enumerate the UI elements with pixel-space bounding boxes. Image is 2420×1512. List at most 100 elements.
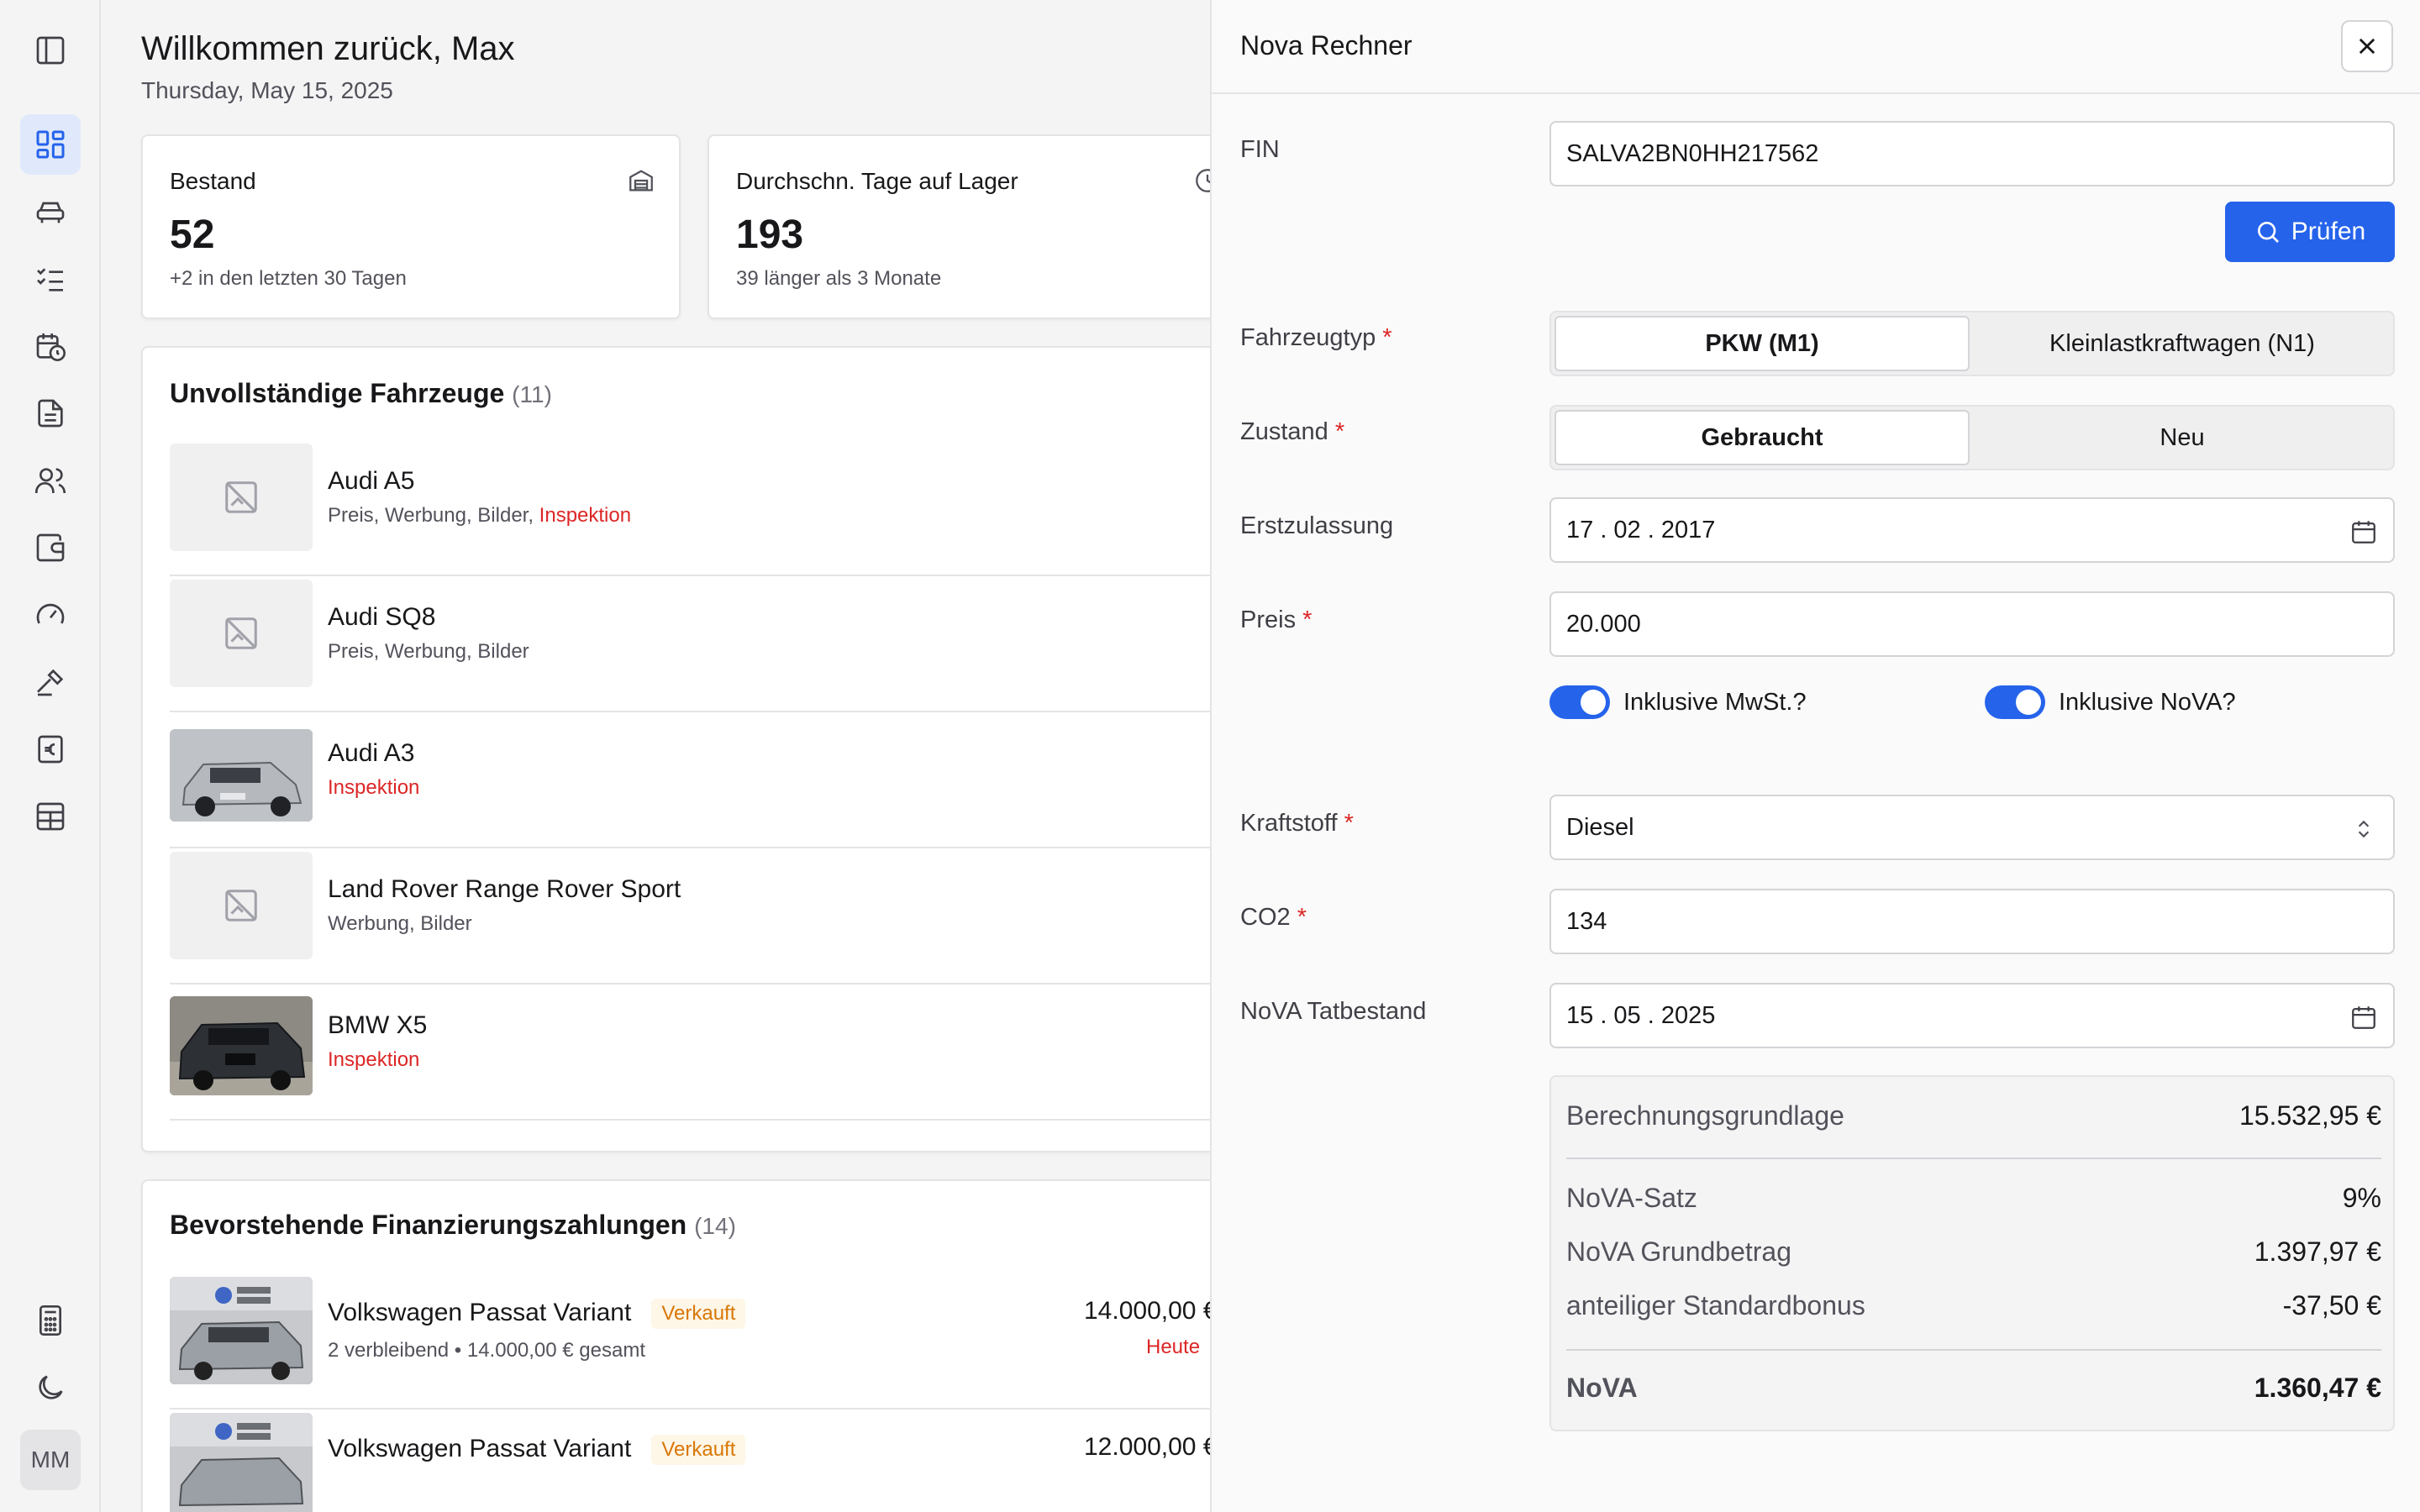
sidebar-item-wallet[interactable] bbox=[20, 517, 81, 578]
fin-label: FIN bbox=[1240, 136, 1280, 163]
fuel-label-text: Kraftstoff bbox=[1240, 810, 1338, 837]
document-icon bbox=[38, 399, 63, 428]
sidebar-item-tables[interactable] bbox=[20, 786, 81, 847]
price-label: Preis * bbox=[1240, 606, 1312, 634]
vehicle-type-label: Fahrzeugtyp * bbox=[1240, 324, 1392, 352]
table-row[interactable]: Volkswagen Passat Variant Verkauft 2 verb… bbox=[170, 1273, 1210, 1410]
close-button[interactable] bbox=[2341, 20, 2393, 72]
sidebar-item-vehicles[interactable] bbox=[20, 181, 81, 242]
car-photo-icon bbox=[170, 1413, 313, 1512]
registration-date-input[interactable]: 17 . 02 . 2017 bbox=[1549, 497, 2395, 563]
calendar-icon[interactable] bbox=[2349, 1003, 2378, 1032]
vehicle-name: Audi A5 bbox=[328, 467, 415, 495]
panel-header: Nova Rechner bbox=[1212, 0, 2420, 94]
price-input[interactable]: 20.000 bbox=[1549, 591, 2395, 657]
condition-option-used[interactable]: Gebraucht bbox=[1555, 410, 1970, 465]
sidebar-toggle-button[interactable] bbox=[20, 20, 81, 81]
check-button-label: Prüfen bbox=[2291, 218, 2366, 245]
vehicle-type-option-pkw[interactable]: PKW (M1) bbox=[1555, 316, 1970, 371]
list-item[interactable]: Land Rover Range Rover Sport Werbung, Bi… bbox=[170, 848, 1210, 984]
sidebar-item-invoices[interactable] bbox=[20, 719, 81, 780]
vehicle-type-segmented: PKW (M1) Kleinlastkraftwagen (N1) bbox=[1549, 311, 2395, 376]
section-title: Unvollständige Fahrzeuge (11) bbox=[170, 378, 552, 409]
vehicle-photo bbox=[170, 1413, 313, 1512]
section-title-text: Bevorstehende Finanzierungszahlungen bbox=[170, 1210, 687, 1240]
section-title-text: Unvollständige Fahrzeuge bbox=[170, 378, 505, 408]
include-nova-toggle[interactable] bbox=[1985, 685, 2045, 719]
registration-label: Erstzulassung bbox=[1240, 512, 1394, 539]
sidebar-item-calculator[interactable] bbox=[20, 1290, 81, 1351]
warehouse-icon bbox=[629, 170, 653, 192]
payment-due: Heute bbox=[1146, 1336, 1201, 1358]
condition-label: Zustand * bbox=[1240, 418, 1344, 446]
sidebar: MM bbox=[0, 0, 101, 1512]
nova-calculator-panel: Nova Rechner FIN SALVA2BN0HH217562 Prüfe… bbox=[1210, 0, 2420, 1512]
car-photo-icon bbox=[170, 729, 313, 822]
image-off-icon bbox=[225, 481, 257, 513]
vehicle-photo bbox=[170, 996, 313, 1095]
co2-value: 134 bbox=[1566, 907, 1607, 935]
dashboard-main: Willkommen zurück, Max Thursday, May 15,… bbox=[101, 0, 1210, 1512]
result-value: 9% bbox=[2342, 1183, 2381, 1213]
page-title: Willkommen zurück, Max bbox=[141, 30, 515, 67]
stat-card-inventory[interactable]: Bestand 52 +2 in den letzten 30 Tagen bbox=[141, 134, 681, 319]
list-item[interactable]: BMW X5 Inspektion bbox=[170, 984, 1210, 1121]
vehicle-name: Audi SQ8 bbox=[328, 603, 436, 631]
result-label: NoVA bbox=[1566, 1373, 1638, 1403]
vehicle-type-option-n1[interactable]: Kleinlastkraftwagen (N1) bbox=[1975, 316, 2390, 371]
section-title: Bevorstehende Finanzierungszahlungen (14… bbox=[170, 1210, 736, 1241]
required-marker: * bbox=[1382, 324, 1392, 351]
sidebar-item-calendar[interactable] bbox=[20, 316, 81, 376]
missing-tags: Preis, Werbung, Bilder, bbox=[328, 504, 539, 527]
calendar-icon[interactable] bbox=[2349, 517, 2378, 546]
vehicle-photo bbox=[170, 729, 313, 822]
sidebar-item-tasks[interactable] bbox=[20, 249, 81, 309]
panel-title: Nova Rechner bbox=[1240, 30, 1413, 60]
payment-detail: 2 verbleibend • 14.000,00 € gesamt bbox=[328, 1339, 645, 1362]
theme-toggle-button[interactable] bbox=[20, 1357, 81, 1418]
result-label: anteiliger Standardbonus bbox=[1566, 1290, 1865, 1320]
sidebar-item-auctions[interactable] bbox=[20, 652, 81, 712]
list-item[interactable]: Audi A3 Inspektion bbox=[170, 712, 1210, 848]
sidebar-item-performance[interactable] bbox=[20, 585, 81, 645]
vehicle-name: BMW X5 bbox=[328, 1011, 428, 1039]
sidebar-item-customers[interactable] bbox=[20, 450, 81, 511]
vehicle-missing-fields: Preis, Werbung, Bilder bbox=[328, 640, 529, 663]
fin-input[interactable]: SALVA2BN0HH217562 bbox=[1549, 121, 2395, 186]
no-image-placeholder bbox=[170, 580, 313, 687]
result-value: 1.360,47 € bbox=[2254, 1373, 2381, 1403]
status-badge: Verkauft bbox=[651, 1299, 746, 1330]
include-vat-label: Inklusive MwSt.? bbox=[1623, 689, 1807, 716]
chevron-up-down-icon bbox=[2358, 820, 2370, 838]
required-marker: * bbox=[1297, 904, 1307, 931]
registration-date-value: 17 . 02 . 2017 bbox=[1566, 516, 1716, 543]
list-item[interactable]: Audi A5 Preis, Werbung, Bilder, Inspekti… bbox=[170, 440, 1210, 576]
list-item[interactable]: Audi SQ8 Preis, Werbung, Bilder bbox=[170, 576, 1210, 712]
image-off-icon bbox=[225, 617, 257, 649]
condition-label-text: Zustand bbox=[1240, 418, 1328, 445]
nova-date-input[interactable]: 15 . 05 . 2025 bbox=[1549, 983, 2395, 1048]
sidebar-item-dashboard[interactable] bbox=[20, 114, 81, 175]
sidebar-item-documents[interactable] bbox=[20, 383, 81, 444]
required-marker: * bbox=[1302, 606, 1313, 633]
co2-input[interactable]: 134 bbox=[1549, 889, 2395, 954]
fuel-label: Kraftstoff * bbox=[1240, 810, 1354, 837]
payment-amount: 12.000,00 € bbox=[1084, 1433, 1210, 1461]
condition-option-new[interactable]: Neu bbox=[1975, 410, 2390, 465]
check-button[interactable]: Prüfen bbox=[2225, 202, 2395, 262]
condition-segmented: Gebraucht Neu bbox=[1549, 405, 2395, 470]
table-row[interactable]: Volkswagen Passat Variant Verkauft 12.000… bbox=[170, 1410, 1210, 1512]
calculator-icon bbox=[39, 1305, 61, 1336]
financing-payments-card: Bevorstehende Finanzierungszahlungen (14… bbox=[141, 1179, 1210, 1512]
avatar[interactable]: MM bbox=[20, 1430, 81, 1490]
stat-card-days-in-stock[interactable]: Durchschn. Tage auf Lager 193 39 länger … bbox=[708, 134, 1210, 319]
inspection-alert: Inspektion bbox=[539, 504, 632, 527]
include-nova-label: Inklusive NoVA? bbox=[2059, 689, 2236, 716]
stat-subtext: +2 in den letzten 30 Tagen bbox=[170, 267, 407, 290]
panel-toggle-icon bbox=[36, 36, 65, 65]
vehicle-name: Audi A3 bbox=[328, 739, 415, 767]
vehicle-type-label-text: Fahrzeugtyp bbox=[1240, 324, 1376, 351]
include-vat-toggle[interactable] bbox=[1549, 685, 1610, 719]
fuel-select[interactable]: Diesel bbox=[1549, 795, 2395, 860]
nova-result-box: Berechnungsgrundlage 15.532,95 € NoVA-Sa… bbox=[1549, 1075, 2395, 1431]
